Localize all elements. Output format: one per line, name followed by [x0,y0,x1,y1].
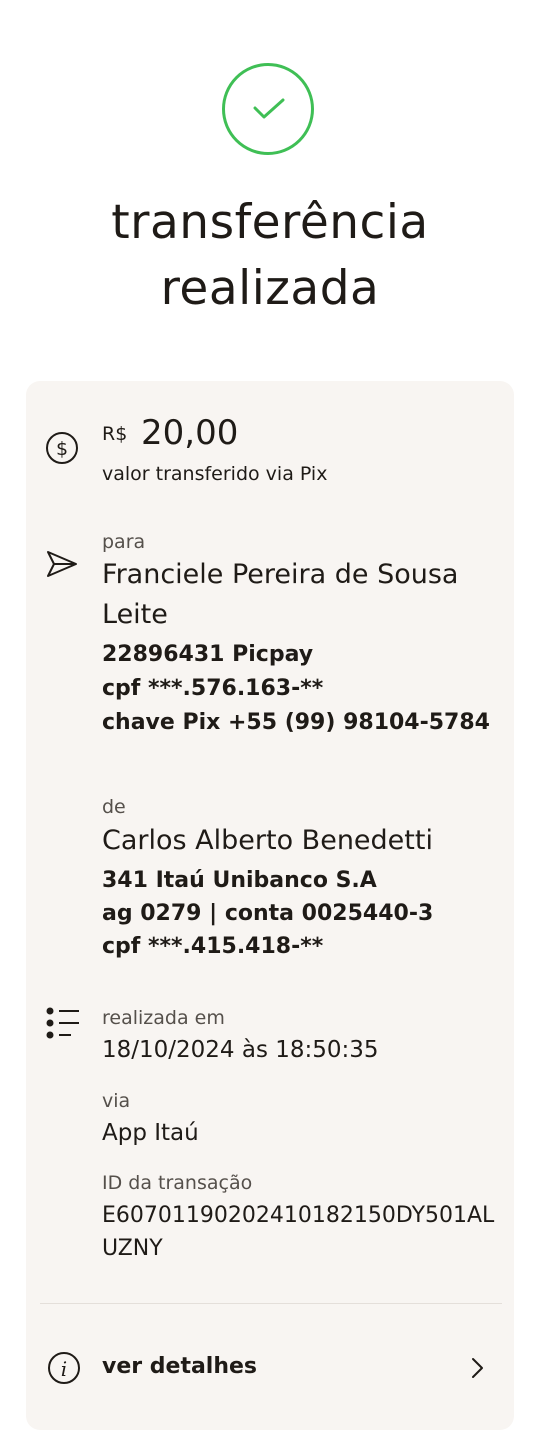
recipient-name-line-1: Franciele Pereira de Sousa [102,559,459,590]
svg-text:i: i [61,1357,67,1381]
title-line-1: transferência [111,195,429,250]
divider [40,1303,502,1304]
amount-caption: valor transferido via Pix [102,463,328,485]
info-icon: i [47,1351,81,1389]
dollar-circle-icon: $ [45,431,79,469]
list-icon [45,1006,81,1046]
title-line-2: realizada [160,261,380,316]
chevron-right-icon [470,1357,484,1383]
via-value: App Itaú [102,1120,199,1146]
sender-account: ag 0279 | conta 0025440-3 [102,901,434,926]
transaction-id-label: ID da transação [102,1172,253,1194]
recipient-institution: 22896431 Picpay [102,642,314,667]
svg-text:$: $ [56,438,68,460]
sender-name: Carlos Alberto Benedetti [102,825,433,856]
via-label: via [102,1090,131,1112]
sender-cpf: cpf ***.415.418-** [102,934,324,959]
receipt-card: $ R$ 20,00 valor transferido via Pix par… [26,381,514,1430]
sender-bank: 341 Itaú Unibanco S.A [102,868,377,893]
date-label: realizada em [102,1007,225,1029]
sender-label: de [102,796,126,818]
amount-value: 20,00 [141,413,239,453]
date-value: 18/10/2024 às 18:50:35 [102,1037,379,1063]
view-details-label: ver detalhes [102,1354,258,1379]
amount-currency: R$ [102,423,128,445]
view-details-button[interactable]: i ver detalhes [26,1327,514,1407]
send-icon [45,549,79,583]
transaction-id-line-2: UZNY [102,1236,163,1261]
page-title: transferência realizada [0,190,540,322]
recipient-cpf: cpf ***.576.163-** [102,676,324,701]
transaction-id-line-1: E60701190202410182150DY501AL [102,1203,495,1228]
success-check-icon [222,63,314,155]
recipient-pix-key: chave Pix +55 (99) 98104-5784 [102,710,490,735]
recipient-name-line-2: Leite [102,599,168,630]
recipient-label: para [102,531,146,553]
